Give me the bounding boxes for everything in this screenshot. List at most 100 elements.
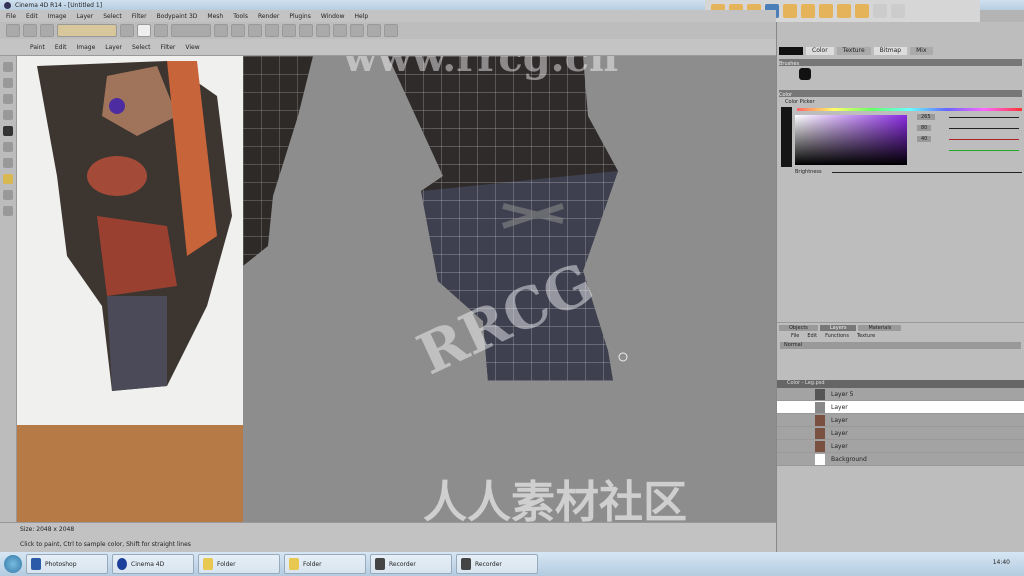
tab-view[interactable]: View bbox=[185, 44, 199, 51]
color-header: Color bbox=[779, 90, 1022, 98]
clock[interactable]: 14:40 bbox=[993, 559, 1010, 566]
tool-icon[interactable] bbox=[3, 62, 13, 72]
menu-help[interactable]: Help bbox=[355, 13, 369, 20]
tool-icon[interactable] bbox=[801, 4, 815, 18]
menu-bar: File Edit Image Layer Select Filter Bodypaint … bbox=[0, 10, 776, 22]
tab-edit[interactable]: Edit bbox=[55, 44, 67, 51]
tab-layer[interactable]: Layer bbox=[105, 44, 122, 51]
menu-select[interactable]: Select bbox=[103, 13, 122, 20]
tool-icon[interactable] bbox=[282, 24, 296, 37]
tool-icon[interactable] bbox=[3, 174, 13, 184]
menu-plugins[interactable]: Plugins bbox=[289, 13, 311, 20]
tool-icon[interactable] bbox=[783, 4, 797, 18]
toolbar bbox=[0, 22, 776, 39]
menu-tools[interactable]: Tools bbox=[233, 13, 248, 20]
tab-layers[interactable]: Layers bbox=[819, 325, 857, 331]
taskbar-item[interactable]: Cinema 4D bbox=[112, 554, 194, 574]
tab-select[interactable]: Select bbox=[132, 44, 151, 51]
layer-row[interactable]: Layer bbox=[777, 440, 1024, 453]
menu-bodypaint[interactable]: Bodypaint 3D bbox=[157, 13, 198, 20]
start-button[interactable] bbox=[4, 555, 22, 573]
color-swatch-area bbox=[17, 425, 243, 522]
menu-render[interactable]: Render bbox=[258, 13, 279, 20]
menu-mesh[interactable]: Mesh bbox=[207, 13, 223, 20]
tool-icon[interactable] bbox=[3, 94, 13, 104]
menu-file[interactable]: File bbox=[6, 13, 16, 20]
grid-icon[interactable] bbox=[214, 24, 228, 37]
brush-preview[interactable] bbox=[777, 68, 1024, 88]
taskbar-item[interactable]: Photoshop bbox=[26, 554, 108, 574]
tool-icon[interactable] bbox=[171, 24, 211, 37]
tool-icon[interactable] bbox=[3, 206, 13, 216]
current-color-swatch[interactable] bbox=[779, 47, 803, 55]
taskbar-item[interactable]: Folder bbox=[198, 554, 280, 574]
tool-icon[interactable] bbox=[3, 78, 13, 88]
blend-mode-select[interactable]: Normal bbox=[780, 342, 1021, 349]
layer-menu-functions[interactable]: Functions bbox=[825, 333, 849, 339]
tool-icon[interactable] bbox=[3, 110, 13, 120]
airbrush-icon[interactable] bbox=[154, 24, 168, 37]
pen-icon[interactable] bbox=[137, 24, 151, 37]
hue-value[interactable]: 265 bbox=[917, 114, 935, 120]
tool-icon[interactable] bbox=[3, 190, 13, 200]
tool-icon[interactable] bbox=[384, 24, 398, 37]
menu-image[interactable]: Image bbox=[48, 13, 67, 20]
layer-row[interactable]: Background bbox=[777, 453, 1024, 466]
reference-image-panel bbox=[17, 56, 243, 522]
tool-icon[interactable] bbox=[891, 4, 905, 18]
brushes-header: Brushes bbox=[779, 59, 1022, 67]
tool-icon[interactable] bbox=[350, 24, 364, 37]
tool-icon[interactable] bbox=[367, 24, 381, 37]
menu-filter[interactable]: Filter bbox=[132, 13, 147, 20]
layer-row[interactable]: Layer bbox=[777, 427, 1024, 440]
3d-viewport[interactable]: www.rrcg.cn RRCG 人人素材社区 bbox=[243, 56, 776, 522]
value-value[interactable]: 40 bbox=[917, 136, 932, 142]
character-concept-art bbox=[37, 61, 232, 391]
brush-icon[interactable] bbox=[120, 24, 134, 37]
tool-icon[interactable] bbox=[265, 24, 279, 37]
tab-materials[interactable]: Materials bbox=[858, 325, 902, 331]
saturation-value-field[interactable] bbox=[795, 115, 907, 165]
paint-icon[interactable] bbox=[248, 24, 262, 37]
tool-icon[interactable] bbox=[333, 24, 347, 37]
layer-row-selected[interactable]: Layer bbox=[777, 401, 1024, 414]
tool-icon[interactable] bbox=[873, 4, 887, 18]
layer-row[interactable]: Layer bbox=[777, 414, 1024, 427]
tool-icon[interactable] bbox=[316, 24, 330, 37]
tool-icon[interactable] bbox=[3, 158, 13, 168]
tool-icon[interactable] bbox=[3, 142, 13, 152]
tab-texture[interactable]: Texture bbox=[836, 47, 871, 55]
layer-menu-texture[interactable]: Texture bbox=[857, 333, 875, 339]
brightness-label: Brightness bbox=[795, 169, 822, 175]
saturation-value[interactable]: 80 bbox=[917, 125, 932, 131]
undo-icon[interactable] bbox=[6, 24, 20, 37]
taskbar-item[interactable]: Recorder bbox=[370, 554, 452, 574]
redo-icon[interactable] bbox=[23, 24, 37, 37]
layer-menu-file[interactable]: File bbox=[791, 333, 799, 339]
layer-group[interactable]: Color - Leg.psd bbox=[777, 380, 1024, 388]
brightness-slider[interactable] bbox=[832, 172, 1022, 173]
tool-icon[interactable] bbox=[819, 4, 833, 18]
taskbar-item[interactable]: Folder bbox=[284, 554, 366, 574]
menu-window[interactable]: Window bbox=[321, 13, 345, 20]
taskbar-item[interactable]: Recorder bbox=[456, 554, 538, 574]
tab-bitmap[interactable]: Bitmap bbox=[873, 47, 908, 55]
hue-slider[interactable] bbox=[797, 108, 1022, 111]
tool-icon[interactable] bbox=[855, 4, 869, 18]
layer-row[interactable]: Layer 5 bbox=[777, 388, 1024, 401]
select-icon[interactable] bbox=[40, 24, 54, 37]
tool-icon[interactable] bbox=[57, 24, 117, 37]
layer-menu-edit[interactable]: Edit bbox=[807, 333, 817, 339]
grid-icon[interactable] bbox=[231, 24, 245, 37]
tab-mix[interactable]: Mix bbox=[910, 47, 933, 55]
tab-color[interactable]: Color bbox=[806, 47, 834, 55]
brush-icon[interactable] bbox=[3, 126, 13, 136]
tool-icon[interactable] bbox=[837, 4, 851, 18]
tab-filter[interactable]: Filter bbox=[161, 44, 176, 51]
tab-objects[interactable]: Objects bbox=[779, 325, 818, 331]
tab-image[interactable]: Image bbox=[76, 44, 95, 51]
menu-layer[interactable]: Layer bbox=[76, 13, 93, 20]
menu-edit[interactable]: Edit bbox=[26, 13, 38, 20]
tab-paint[interactable]: Paint bbox=[30, 44, 45, 51]
tool-icon[interactable] bbox=[299, 24, 313, 37]
